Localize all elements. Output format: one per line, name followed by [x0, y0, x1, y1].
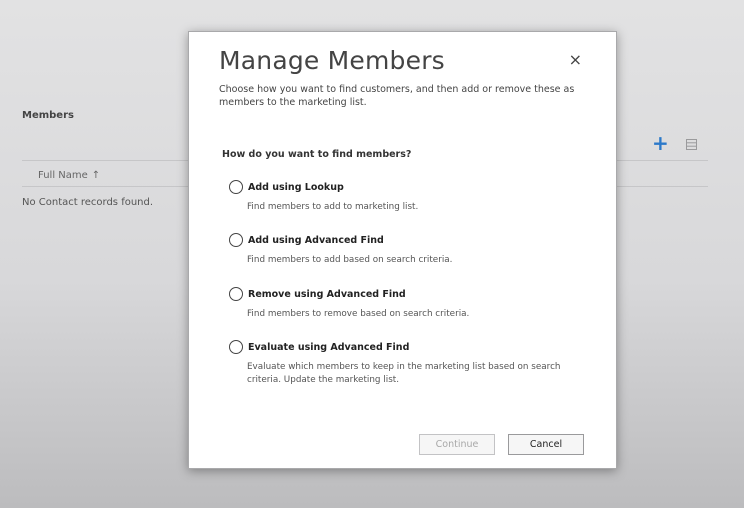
- option-description: Evaluate which members to keep in the ma…: [247, 362, 561, 385]
- option-add-lookup-row[interactable]: Add using Lookup: [229, 180, 589, 194]
- option-remove-advanced-find: Remove using Advanced Find Find members …: [229, 287, 589, 321]
- option-add-lookup: Add using Lookup Find members to add to …: [229, 180, 589, 214]
- dialog-title: Manage Members: [219, 46, 445, 75]
- option-description: Find members to add based on search crit…: [247, 255, 453, 265]
- option-add-advanced-find: Add using Advanced Find Find members to …: [229, 233, 589, 267]
- grid-view-icon[interactable]: [686, 139, 697, 150]
- dialog-subtitle: Choose how you want to find customers, a…: [219, 84, 575, 108]
- find-members-question: How do you want to find members?: [222, 149, 412, 160]
- radio-button[interactable]: [229, 287, 243, 301]
- option-description: Find members to remove based on search c…: [247, 309, 470, 319]
- option-add-advanced-find-row[interactable]: Add using Advanced Find: [229, 233, 589, 247]
- column-header-full-name[interactable]: Full Name ↑: [38, 170, 100, 181]
- sort-arrow-icon: ↑: [91, 170, 101, 181]
- option-description: Find members to add to marketing list.: [247, 202, 419, 212]
- manage-members-dialog: Manage Members × Choose how you want to …: [188, 31, 617, 469]
- radio-button[interactable]: [229, 233, 243, 247]
- plus-icon[interactable]: +: [652, 133, 669, 153]
- option-label: Evaluate using Advanced Find: [248, 341, 410, 353]
- members-section-title: Members: [22, 110, 74, 121]
- cancel-button[interactable]: Cancel: [508, 434, 584, 455]
- option-evaluate-advanced-find: Evaluate using Advanced Find Evaluate wh…: [229, 340, 589, 387]
- radio-button[interactable]: [229, 180, 243, 194]
- option-evaluate-advanced-find-row[interactable]: Evaluate using Advanced Find: [229, 340, 589, 354]
- option-label: Add using Advanced Find: [248, 234, 384, 246]
- option-label: Remove using Advanced Find: [248, 288, 406, 300]
- continue-button[interactable]: Continue: [419, 434, 495, 455]
- option-remove-advanced-find-row[interactable]: Remove using Advanced Find: [229, 287, 589, 301]
- option-label: Add using Lookup: [248, 181, 344, 193]
- radio-button[interactable]: [229, 340, 243, 354]
- empty-records-message: No Contact records found.: [22, 197, 154, 208]
- column-header-label: Full Name: [38, 170, 88, 181]
- close-icon[interactable]: ×: [569, 52, 582, 68]
